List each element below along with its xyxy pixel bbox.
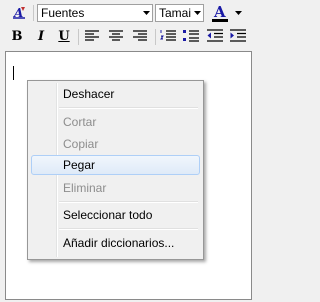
menu-item-cut[interactable]: Cortar	[31, 112, 200, 132]
style-icon[interactable]: A	[9, 4, 29, 22]
underline-button[interactable]: U	[54, 27, 74, 45]
bulleted-list-button[interactable]	[181, 27, 201, 45]
menu-separator	[59, 107, 198, 109]
align-center-button[interactable]	[106, 27, 126, 45]
toolbar-separator	[33, 5, 34, 21]
bold-icon: B	[11, 28, 23, 44]
font-family-value: Fuentes	[41, 6, 85, 20]
menu-item-paste[interactable]: Pegar	[31, 155, 200, 175]
menu-item-label: Eliminar	[63, 181, 107, 195]
underline-icon: U	[58, 28, 70, 44]
menu-item-add-dictionaries[interactable]: Añadir diccionarios...	[31, 233, 200, 253]
outdent-button[interactable]	[205, 27, 225, 45]
context-menu: Deshacer Cortar Copiar Pegar Eliminar Se…	[27, 80, 204, 260]
italic-icon: I	[37, 28, 45, 44]
align-center-icon	[109, 30, 123, 41]
editor-toolbar: A Fuentes Tamai A B I U	[0, 0, 254, 50]
menu-item-label: Añadir diccionarios...	[63, 236, 175, 250]
toolbar-separator	[155, 29, 156, 45]
outdent-icon	[207, 29, 223, 42]
bulleted-list-icon	[183, 30, 199, 42]
chevron-down-icon[interactable]	[191, 5, 203, 21]
toolbar-row-format: B I U	[0, 27, 254, 47]
menu-item-label: Seleccionar todo	[63, 208, 153, 222]
italic-button[interactable]: I	[31, 27, 51, 45]
font-size-value: Tamai	[159, 6, 192, 20]
menu-item-label: Deshacer	[63, 87, 115, 101]
text-color-button[interactable]: A	[209, 3, 231, 23]
text-color-icon: A	[212, 3, 228, 22]
menu-separator	[59, 201, 198, 203]
text-color-swatch	[212, 19, 228, 22]
bold-button[interactable]: B	[7, 27, 27, 45]
align-right-button[interactable]	[130, 27, 150, 45]
toolbar-row-font: A Fuentes Tamai A	[0, 3, 254, 23]
numbered-list-button[interactable]	[158, 27, 178, 45]
align-left-button[interactable]	[82, 27, 102, 45]
menu-item-delete[interactable]: Eliminar	[31, 178, 200, 198]
font-family-select[interactable]: Fuentes	[37, 4, 153, 22]
menu-item-label: Pegar	[63, 158, 96, 172]
text-caret	[13, 66, 14, 80]
align-left-icon	[85, 30, 99, 41]
menu-item-label: Cortar	[63, 115, 97, 129]
chevron-down-icon[interactable]	[140, 5, 152, 21]
numbered-list-icon	[160, 30, 176, 41]
menu-item-copy[interactable]: Copiar	[31, 134, 200, 154]
menu-separator	[59, 228, 198, 230]
chevron-down-icon[interactable]	[232, 4, 244, 22]
align-right-icon	[133, 30, 147, 41]
indent-button[interactable]	[228, 27, 248, 45]
font-size-select[interactable]: Tamai	[155, 4, 204, 22]
menu-item-label: Copiar	[63, 137, 99, 151]
indent-icon	[230, 29, 246, 42]
menu-item-select-all[interactable]: Seleccionar todo	[31, 205, 200, 225]
toolbar-separator	[78, 29, 79, 45]
menu-item-undo[interactable]: Deshacer	[31, 84, 200, 104]
